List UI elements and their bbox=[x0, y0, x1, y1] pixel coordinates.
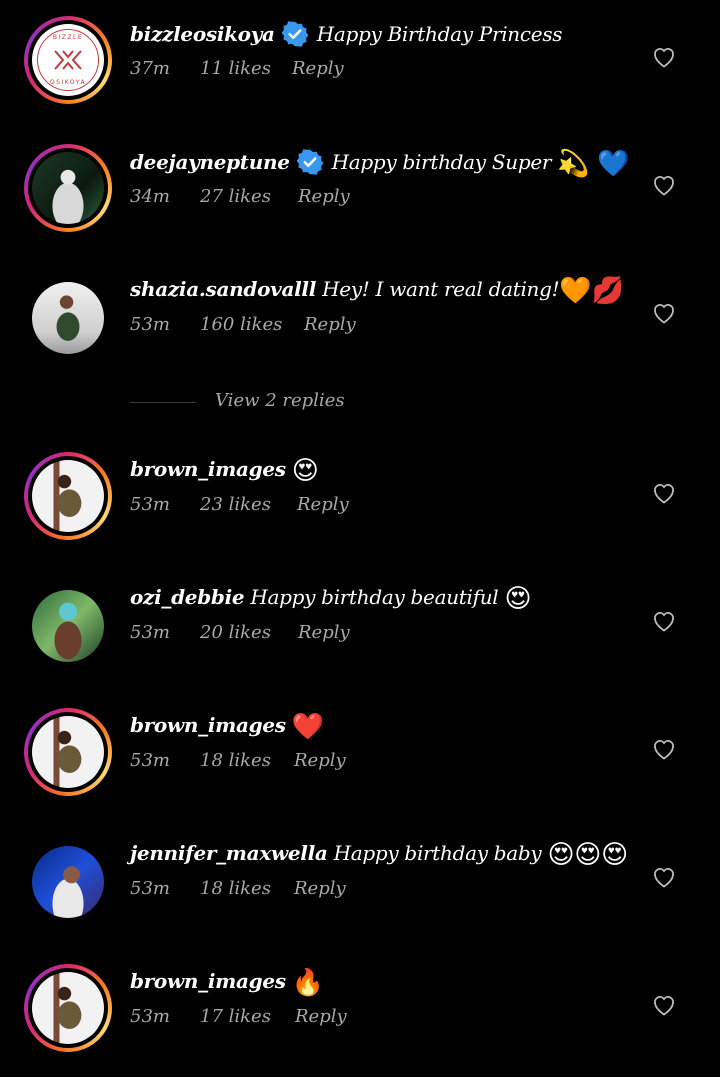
comment-body: Happy Birthday Princess bbox=[316, 22, 563, 46]
divider bbox=[130, 402, 196, 403]
likes-count[interactable]: 18 likes bbox=[200, 878, 294, 899]
username-link[interactable]: brown_images bbox=[130, 713, 286, 737]
comment-item: brown_images 🔥 53m 17 likes Reply bbox=[0, 964, 720, 1076]
likes-count[interactable]: 23 likes bbox=[200, 494, 297, 515]
avatar[interactable] bbox=[24, 582, 112, 670]
profile-photo bbox=[32, 716, 104, 788]
timestamp: 53m bbox=[130, 1006, 170, 1027]
username-link[interactable]: bizzleosikoya bbox=[130, 22, 275, 46]
comment-item: BIZZLE OSIKOYA bizzleosikoya Happy Birthd… bbox=[0, 16, 720, 128]
reply-button[interactable]: Reply bbox=[295, 1006, 347, 1027]
like-heart-icon[interactable] bbox=[652, 46, 676, 68]
comment-text: brown_images ❤️ bbox=[130, 712, 324, 742]
comment-meta: 53m 23 likes Reply bbox=[130, 494, 349, 515]
comment-meta: 53m 20 likes Reply bbox=[130, 622, 350, 643]
username-link[interactable]: jennifer_maxwella bbox=[130, 841, 328, 865]
comment-item: ozi_debbie Happy birthday beautiful 😍 53… bbox=[0, 582, 720, 692]
comment-item: brown_images 😍 53m 23 likes Reply bbox=[0, 452, 720, 564]
timestamp: 53m bbox=[130, 878, 170, 899]
avatar[interactable] bbox=[24, 964, 112, 1052]
comment-body: Happy birthday Super bbox=[331, 150, 552, 174]
comment-item: jennifer_maxwella Happy birthday baby 😍😍… bbox=[0, 838, 720, 948]
likes-count[interactable]: 20 likes bbox=[200, 622, 298, 643]
comment-body: Happy birthday baby bbox=[333, 841, 542, 865]
emoji: 😍 bbox=[504, 584, 532, 614]
likes-count[interactable]: 18 likes bbox=[200, 750, 294, 771]
like-heart-icon[interactable] bbox=[652, 610, 676, 632]
like-heart-icon[interactable] bbox=[652, 302, 676, 324]
likes-count[interactable]: 160 likes bbox=[200, 314, 304, 335]
comment-body: Happy birthday beautiful bbox=[250, 585, 499, 609]
comment-text: brown_images 🔥 bbox=[130, 968, 324, 998]
reply-button[interactable]: Reply bbox=[298, 622, 350, 643]
timestamp: 37m bbox=[130, 58, 170, 79]
timestamp: 53m bbox=[130, 622, 170, 643]
profile-photo bbox=[32, 846, 104, 918]
like-heart-icon[interactable] bbox=[652, 866, 676, 888]
comment-meta: 53m 18 likes Reply bbox=[130, 750, 346, 771]
comment-meta: 37m 11 likes Reply bbox=[130, 58, 344, 79]
comment-meta: 53m 160 likes Reply bbox=[130, 314, 356, 335]
timestamp: 53m bbox=[130, 494, 170, 515]
reply-button[interactable]: Reply bbox=[297, 494, 349, 515]
username-link[interactable]: brown_images bbox=[130, 969, 286, 993]
comment-meta: 34m 27 likes Reply bbox=[130, 186, 350, 207]
comment-text: bizzleosikoya Happy Birthday Princess bbox=[130, 20, 563, 48]
comment-body: Hey! I want real dating! bbox=[322, 277, 560, 301]
comment-text: brown_images 😍 bbox=[130, 456, 319, 486]
avatar[interactable]: BIZZLE OSIKOYA bbox=[24, 16, 112, 104]
username-link[interactable]: brown_images bbox=[130, 457, 286, 481]
timestamp: 53m bbox=[130, 750, 170, 771]
view-replies-label[interactable]: View 2 replies bbox=[215, 390, 345, 411]
comment-text: ozi_debbie Happy birthday beautiful 😍 bbox=[130, 584, 532, 614]
username-link[interactable]: deejayneptune bbox=[130, 150, 290, 174]
brand-logo: BIZZLE OSIKOYA bbox=[32, 24, 104, 96]
comment-meta: 53m 18 likes Reply bbox=[130, 878, 346, 899]
comment-meta: 53m 17 likes Reply bbox=[130, 1006, 347, 1027]
like-heart-icon[interactable] bbox=[652, 994, 676, 1016]
avatar[interactable] bbox=[24, 144, 112, 232]
comment-item: deejayneptune Happy birthday Super 💫 💙 34… bbox=[0, 144, 720, 256]
comment-item: brown_images ❤️ 53m 18 likes Reply bbox=[0, 708, 720, 820]
profile-photo bbox=[32, 972, 104, 1044]
avatar[interactable] bbox=[24, 452, 112, 540]
likes-count[interactable]: 27 likes bbox=[200, 186, 298, 207]
comment-text: shazia.sandovalll Hey! I want real datin… bbox=[130, 276, 624, 306]
profile-photo bbox=[32, 590, 104, 662]
like-heart-icon[interactable] bbox=[652, 482, 676, 504]
avatar[interactable] bbox=[24, 274, 112, 362]
like-heart-icon[interactable] bbox=[652, 738, 676, 760]
emoji: 😍😍😍 bbox=[547, 840, 629, 870]
profile-photo bbox=[32, 282, 104, 354]
comment-text: jennifer_maxwella Happy birthday baby 😍😍… bbox=[130, 840, 628, 870]
profile-photo bbox=[32, 460, 104, 532]
emoji: 🔥 bbox=[291, 968, 324, 998]
comment-text: deejayneptune Happy birthday Super 💫 💙 bbox=[130, 148, 630, 179]
likes-count[interactable]: 17 likes bbox=[200, 1006, 295, 1027]
likes-count[interactable]: 11 likes bbox=[200, 58, 292, 79]
verified-badge-icon bbox=[281, 21, 309, 47]
avatar[interactable] bbox=[24, 708, 112, 796]
profile-photo bbox=[32, 152, 104, 224]
emoji: 💫 💙 bbox=[557, 149, 630, 179]
username-link[interactable]: shazia.sandovalll bbox=[130, 277, 316, 301]
emoji: 😍 bbox=[291, 456, 319, 486]
reply-button[interactable]: Reply bbox=[304, 314, 356, 335]
comment-item: shazia.sandovalll Hey! I want real datin… bbox=[0, 274, 720, 384]
emoji: 🧡💋 bbox=[559, 276, 624, 306]
reply-button[interactable]: Reply bbox=[292, 58, 344, 79]
like-heart-icon[interactable] bbox=[652, 174, 676, 196]
avatar[interactable] bbox=[24, 838, 112, 926]
bizzle-logo-icon bbox=[54, 50, 82, 70]
reply-button[interactable]: Reply bbox=[298, 186, 350, 207]
timestamp: 34m bbox=[130, 186, 170, 207]
timestamp: 53m bbox=[130, 314, 170, 335]
reply-button[interactable]: Reply bbox=[294, 750, 346, 771]
username-link[interactable]: ozi_debbie bbox=[130, 585, 245, 609]
reply-button[interactable]: Reply bbox=[294, 878, 346, 899]
emoji: ❤️ bbox=[291, 712, 324, 742]
verified-badge-icon bbox=[296, 149, 324, 175]
